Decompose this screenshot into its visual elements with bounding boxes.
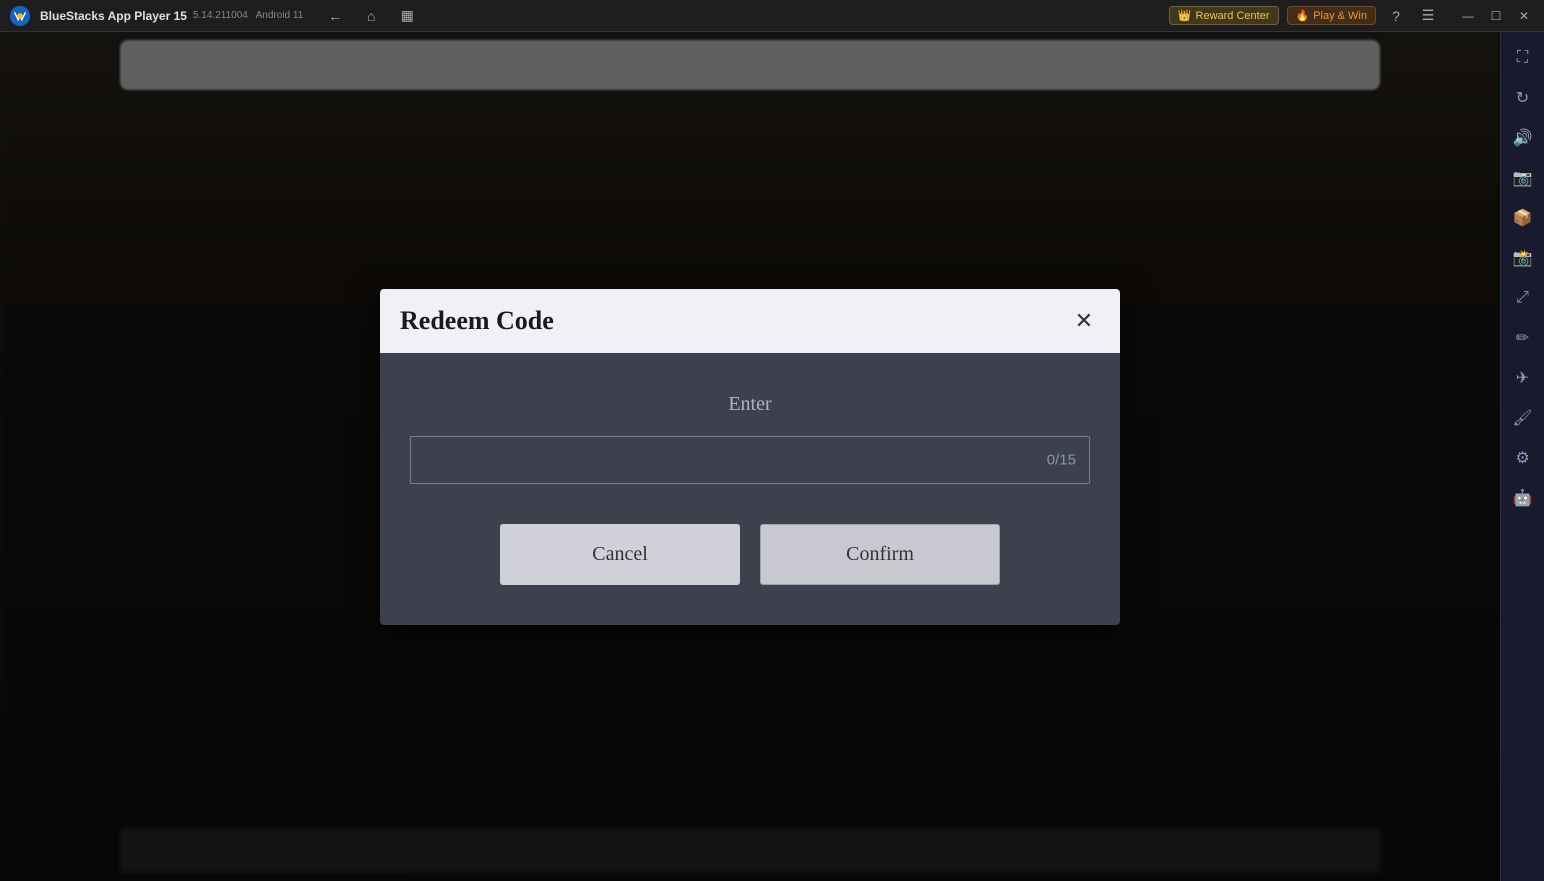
char-count: 0/15 <box>1047 451 1076 468</box>
screenshot-icon[interactable]: 📸 <box>1505 240 1541 276</box>
camera-icon[interactable]: 📷 <box>1505 160 1541 196</box>
main-content: Redeem Code ✕ Enter 0/15 Cancel Confirm <box>0 32 1500 881</box>
brush-icon[interactable]: 🖌 <box>1505 400 1541 436</box>
app-logo <box>8 4 32 28</box>
rotate-icon[interactable]: ↻ <box>1505 80 1541 116</box>
minimize-button[interactable]: — <box>1456 4 1480 28</box>
dialog-title: Redeem Code <box>400 306 554 336</box>
home-button[interactable]: ⌂ <box>359 4 383 28</box>
window-controls: — ☐ ✕ <box>1456 4 1536 28</box>
code-input-wrapper: 0/15 <box>410 436 1090 484</box>
enter-label: Enter <box>410 393 1090 416</box>
close-button[interactable]: ✕ <box>1512 4 1536 28</box>
dialog-buttons: Cancel Confirm <box>410 524 1090 595</box>
maximize-button[interactable]: ☐ <box>1484 4 1508 28</box>
app-name: BlueStacks App Player 15 <box>40 9 187 23</box>
reward-center-button[interactable]: 👑 Reward Center <box>1169 6 1279 25</box>
help-button[interactable]: ? <box>1384 4 1408 28</box>
back-button[interactable]: ← <box>323 4 347 28</box>
resize-icon[interactable]: ⤢ <box>1505 280 1541 316</box>
right-sidebar: ⛶ ↻ 🔊 📷 📦 📸 ⤢ ✏ ✈ 🖌 ⚙ 🤖 <box>1500 32 1544 881</box>
android-icon[interactable]: 🤖 <box>1505 480 1541 516</box>
expand-icon[interactable]: ⛶ <box>1505 40 1541 76</box>
volume-icon[interactable]: 🔊 <box>1505 120 1541 156</box>
flight-icon[interactable]: ✈ <box>1505 360 1541 396</box>
redeem-code-dialog: Redeem Code ✕ Enter 0/15 Cancel Confirm <box>380 289 1120 625</box>
code-input[interactable] <box>410 436 1090 484</box>
confirm-button[interactable]: Confirm <box>760 524 1000 585</box>
modal-overlay: Redeem Code ✕ Enter 0/15 Cancel Confirm <box>0 32 1500 881</box>
multi-instance-button[interactable]: ▦ <box>395 4 419 28</box>
edit-icon[interactable]: ✏ <box>1505 320 1541 356</box>
titlebar: BlueStacks App Player 15 5.14.211004 And… <box>0 0 1544 32</box>
hamburger-menu-button[interactable]: ☰ <box>1416 4 1440 28</box>
dialog-body: Enter 0/15 Cancel Confirm <box>380 353 1120 625</box>
play-win-button[interactable]: 🔥 Play & Win <box>1287 6 1377 25</box>
cancel-button[interactable]: Cancel <box>500 524 740 585</box>
crown-icon: 👑 <box>1178 9 1192 22</box>
fire-icon: 🔥 <box>1296 9 1310 22</box>
app-version: 5.14.211004 Android 11 <box>193 10 303 21</box>
dialog-close-button[interactable]: ✕ <box>1068 305 1100 337</box>
dialog-header: Redeem Code ✕ <box>380 289 1120 353</box>
titlebar-nav: ← ⌂ ▦ <box>323 4 419 28</box>
apk-icon[interactable]: 📦 <box>1505 200 1541 236</box>
titlebar-right: 👑 Reward Center 🔥 Play & Win ? ☰ — ☐ ✕ <box>1169 4 1544 28</box>
settings-icon[interactable]: ⚙ <box>1505 440 1541 476</box>
